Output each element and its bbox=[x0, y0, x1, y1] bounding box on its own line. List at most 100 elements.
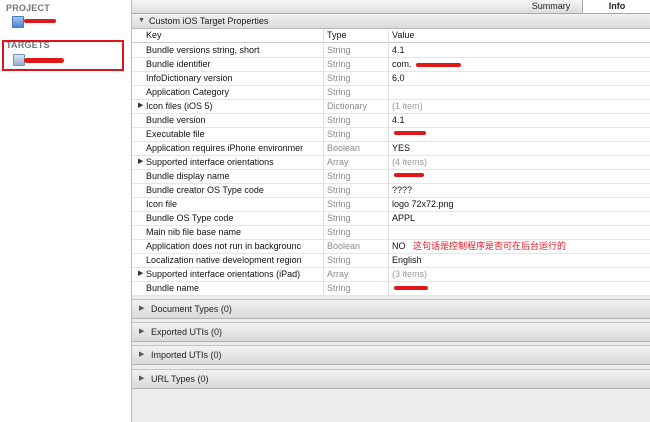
table-row[interactable]: Bundle versions string, short String 4.1 bbox=[132, 43, 650, 58]
row-value[interactable]: 4.1 bbox=[392, 113, 492, 127]
table-row[interactable]: Executable file String bbox=[132, 127, 650, 142]
row-key: Application Category bbox=[146, 87, 230, 97]
redacted-value bbox=[394, 131, 426, 135]
row-value[interactable]: logo 72x72.png bbox=[392, 197, 492, 211]
row-type: Dictionary bbox=[327, 101, 368, 111]
row-key: Bundle creator OS Type code bbox=[146, 185, 264, 195]
row-value[interactable]: (3 items) bbox=[392, 267, 492, 281]
project-file-icon bbox=[12, 16, 24, 28]
row-value[interactable]: 6.0 bbox=[392, 71, 492, 85]
row-key: InfoDictionary version bbox=[146, 73, 233, 83]
section-title: Custom iOS Target Properties bbox=[149, 16, 269, 26]
table-row[interactable]: Application requires iPhone environmer B… bbox=[132, 141, 650, 156]
annotation-note: 这句话是控制程序是否可在后台运行的 bbox=[413, 241, 567, 251]
row-value[interactable]: English bbox=[392, 253, 492, 267]
triangle-right-icon[interactable]: ▶ bbox=[139, 346, 144, 364]
row-type: String bbox=[327, 283, 351, 293]
row-type: String bbox=[327, 129, 351, 139]
table-row[interactable]: ▶ Icon files (iOS 5) Dictionary (1 item) bbox=[132, 99, 650, 114]
redacted-project-name[interactable] bbox=[24, 19, 56, 23]
row-type: String bbox=[327, 199, 351, 209]
table-row[interactable]: ▶ Supported interface orientations (iPad… bbox=[132, 267, 650, 282]
row-key: Application requires iPhone environmer bbox=[146, 143, 304, 153]
triangle-right-icon[interactable]: ▶ bbox=[138, 155, 143, 169]
exported-utis-section[interactable]: ▶ Exported UTIs (0) bbox=[132, 322, 650, 342]
section-title: Exported UTIs (0) bbox=[151, 327, 223, 337]
triangle-right-icon[interactable]: ▶ bbox=[138, 267, 143, 281]
column-key[interactable]: Key bbox=[146, 29, 162, 42]
redacted-value bbox=[416, 63, 461, 67]
row-type: String bbox=[327, 171, 351, 181]
tab-summary[interactable]: Summary bbox=[522, 0, 580, 13]
row-type: String bbox=[327, 59, 351, 69]
section-title: Document Types (0) bbox=[151, 304, 232, 314]
row-value[interactable]: (1 item) bbox=[392, 99, 492, 113]
column-value[interactable]: Value bbox=[392, 29, 414, 42]
table-row[interactable]: ▶ Supported interface orientations Array… bbox=[132, 155, 650, 170]
row-value[interactable]: APPL bbox=[392, 211, 492, 225]
row-value[interactable]: (4 items) bbox=[392, 155, 492, 169]
row-type: String bbox=[327, 73, 351, 83]
row-type: String bbox=[327, 185, 351, 195]
triangle-right-icon[interactable]: ▶ bbox=[139, 370, 144, 388]
triangle-right-icon[interactable]: ▶ bbox=[138, 99, 143, 113]
url-types-section[interactable]: ▶ URL Types (0) bbox=[132, 369, 650, 389]
row-key: Bundle versions string, short bbox=[146, 45, 260, 55]
row-value[interactable]: YES bbox=[392, 141, 492, 155]
row-key: Icon files (iOS 5) bbox=[146, 101, 213, 111]
redacted-value bbox=[394, 173, 424, 177]
row-type: String bbox=[327, 255, 351, 265]
table-row[interactable]: InfoDictionary version String 6.0 bbox=[132, 71, 650, 86]
row-type: Boolean bbox=[327, 241, 361, 251]
table-row[interactable]: Bundle name String bbox=[132, 281, 650, 296]
column-type[interactable]: Type bbox=[327, 29, 347, 42]
row-type: String bbox=[327, 115, 351, 125]
document-types-section[interactable]: ▶ Document Types (0) bbox=[132, 299, 650, 319]
table-row[interactable]: Application Category String bbox=[132, 85, 650, 100]
triangle-right-icon[interactable]: ▶ bbox=[139, 323, 144, 341]
triangle-right-icon[interactable]: ▶ bbox=[139, 300, 144, 318]
row-key: Icon file bbox=[146, 199, 178, 209]
table-row[interactable]: Bundle identifier String com. bbox=[132, 57, 650, 72]
custom-properties-header[interactable]: ▼ Custom iOS Target Properties bbox=[132, 14, 650, 29]
row-type: String bbox=[327, 227, 351, 237]
row-key: Executable file bbox=[146, 129, 205, 139]
row-key: Localization native development region bbox=[146, 255, 302, 265]
row-key: Bundle version bbox=[146, 115, 206, 125]
targets-highlight-box bbox=[2, 40, 124, 71]
row-type: Array bbox=[327, 269, 349, 279]
row-type: String bbox=[327, 87, 351, 97]
tab-info[interactable]: Info bbox=[582, 0, 650, 13]
row-key: Supported interface orientations bbox=[146, 157, 274, 167]
table-row[interactable]: Main nib file base name String bbox=[132, 225, 650, 240]
editor-tab-bar: Summary Info bbox=[132, 0, 650, 14]
properties-column-header: Key Type Value bbox=[132, 29, 650, 43]
row-type: Boolean bbox=[327, 143, 361, 153]
table-row[interactable]: Localization native development region S… bbox=[132, 253, 650, 268]
table-row[interactable]: Bundle version String 4.1 bbox=[132, 113, 650, 128]
section-title: URL Types (0) bbox=[151, 374, 209, 384]
table-row[interactable]: Bundle creator OS Type code String ???? bbox=[132, 183, 650, 198]
row-type: String bbox=[327, 45, 351, 55]
row-key: Application does not run in backgrounc bbox=[146, 241, 302, 251]
row-key: Supported interface orientations (iPad) bbox=[146, 269, 301, 279]
row-key: Bundle name bbox=[146, 283, 200, 293]
project-header: PROJECT bbox=[6, 3, 50, 13]
row-key: Bundle display name bbox=[146, 171, 230, 181]
row-key: Bundle OS Type code bbox=[146, 213, 234, 223]
row-type: Array bbox=[327, 157, 349, 167]
sidebar: PROJECT TARGETS bbox=[0, 0, 132, 422]
table-row[interactable]: Icon file String logo 72x72.png bbox=[132, 197, 650, 212]
table-row[interactable]: Application does not run in backgrounc B… bbox=[132, 239, 650, 254]
imported-utis-section[interactable]: ▶ Imported UTIs (0) bbox=[132, 345, 650, 365]
table-row[interactable]: Bundle display name String bbox=[132, 169, 650, 184]
row-value[interactable]: ???? bbox=[392, 183, 492, 197]
section-title: Imported UTIs (0) bbox=[151, 350, 222, 360]
row-key: Main nib file base name bbox=[146, 227, 242, 237]
redacted-value bbox=[394, 286, 428, 290]
row-key: Bundle identifier bbox=[146, 59, 211, 69]
triangle-down-icon[interactable]: ▼ bbox=[138, 14, 145, 28]
row-type: String bbox=[327, 213, 351, 223]
row-value[interactable]: 4.1 bbox=[392, 43, 492, 57]
table-row[interactable]: Bundle OS Type code String APPL bbox=[132, 211, 650, 226]
